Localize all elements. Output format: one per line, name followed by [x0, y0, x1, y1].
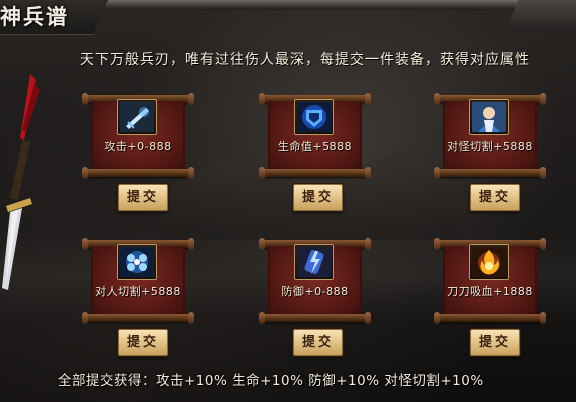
full-submission-reward: 全部提交获得：攻击+10% 生命+10% 防御+10% 对怪切割+10%: [58, 373, 484, 389]
sword-icon: [2, 74, 40, 290]
page-title: 神兵谱: [0, 4, 69, 29]
scroll-rod: [82, 167, 194, 179]
equipment-scroll: 刀刀吸血+1888: [434, 238, 546, 324]
frost-blade-icon: [120, 102, 154, 132]
lightning-bracer-icon: [297, 247, 331, 277]
scroll-rod: [434, 312, 546, 324]
attribute-label: 对人切割+5888: [95, 285, 181, 298]
attribute-label: 对怪切割+5888: [447, 140, 533, 153]
equipment-slot[interactable]: [469, 99, 509, 135]
submit-button[interactable]: 提交: [470, 184, 520, 211]
submit-button[interactable]: 提交: [470, 329, 520, 356]
equipment-scroll: 生命值+5888: [259, 93, 371, 179]
ice-orb-icon: [120, 247, 154, 277]
equipment-slot[interactable]: [294, 244, 334, 280]
attribute-label: 刀刀吸血+1888: [447, 285, 533, 298]
equipment-scroll: 对人切割+5888: [82, 238, 194, 324]
equipment-slot[interactable]: [294, 99, 334, 135]
submit-button[interactable]: 提交: [118, 184, 168, 211]
flame-gem-icon: [472, 247, 506, 277]
intro-text: 天下万般兵刃，唯有过往伤人最深，每提交一件装备，获得对应属性: [80, 52, 530, 68]
submit-button[interactable]: 提交: [293, 329, 343, 356]
scroll-rod: [259, 167, 371, 179]
equipment-scroll: 攻击+0-888: [82, 93, 194, 179]
submit-button[interactable]: 提交: [293, 184, 343, 211]
warrior-portrait-icon: [472, 102, 506, 132]
submit-button[interactable]: 提交: [118, 329, 168, 356]
attribute-label: 防御+0-888: [281, 285, 349, 298]
scroll-rod: [82, 312, 194, 324]
equipment-slot[interactable]: [117, 99, 157, 135]
blue-shield-icon: [297, 102, 331, 132]
attribute-label: 攻击+0-888: [104, 140, 172, 153]
equipment-slot[interactable]: [469, 244, 509, 280]
equipment-scroll: 对怪切割+5888: [434, 93, 546, 179]
scroll-rod: [259, 312, 371, 324]
equipment-scroll: 防御+0-888: [259, 238, 371, 324]
attribute-label: 生命值+5888: [277, 140, 353, 153]
scroll-rod: [434, 167, 546, 179]
equipment-slot[interactable]: [117, 244, 157, 280]
